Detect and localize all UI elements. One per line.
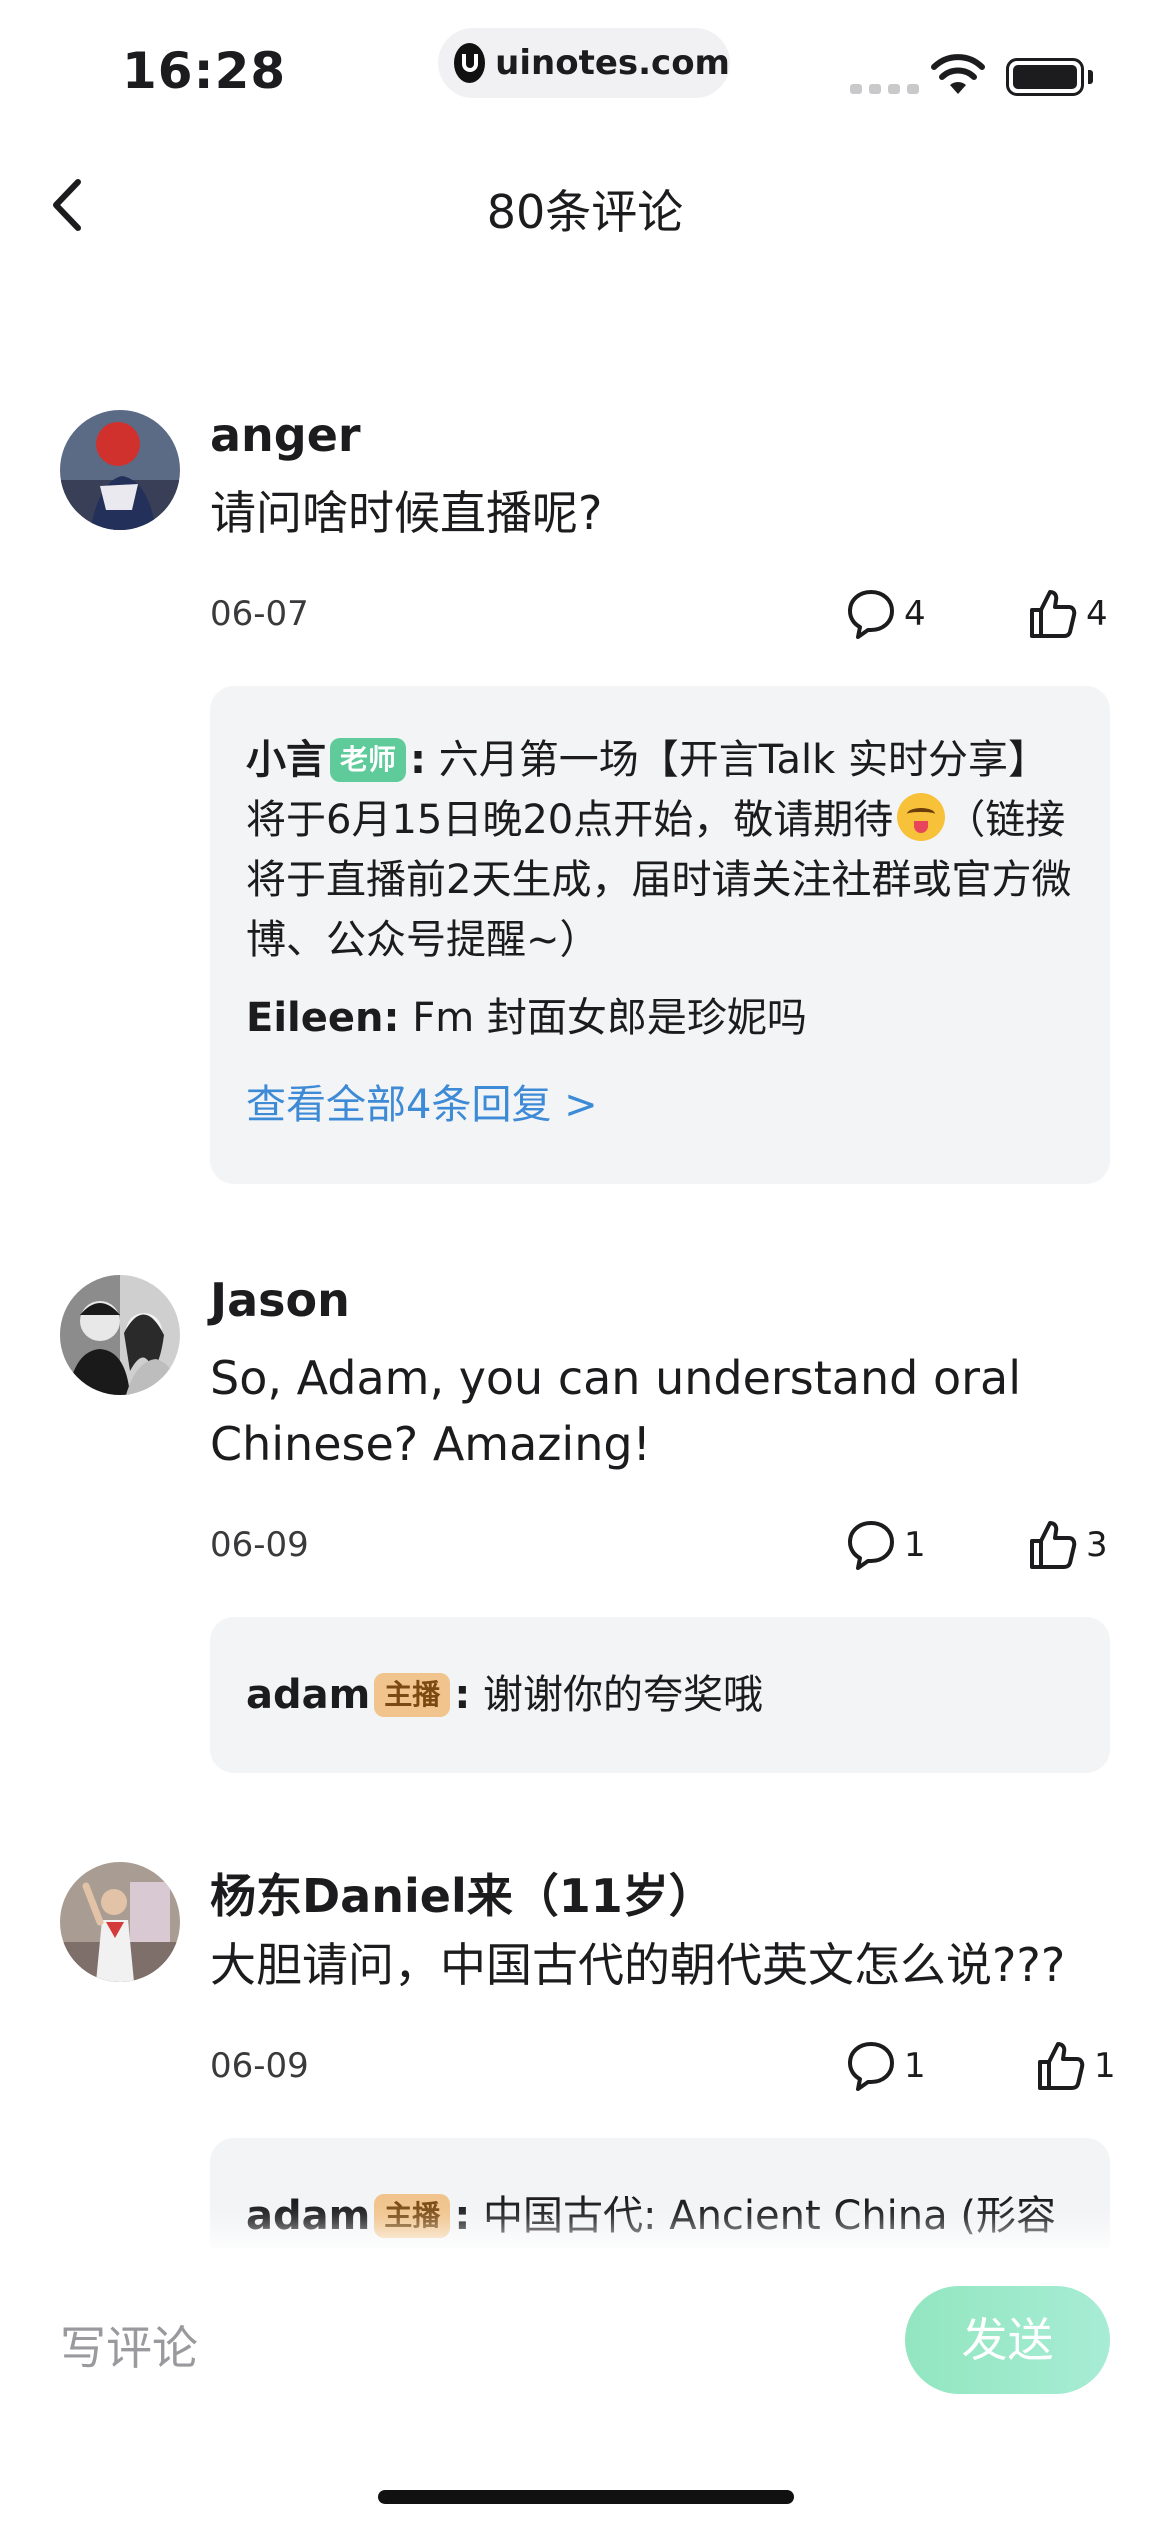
url-text: uinotes.com xyxy=(495,43,730,83)
home-indicator[interactable] xyxy=(378,2490,794,2504)
reply-author[interactable]: Eileen: xyxy=(246,995,399,1041)
reply-author[interactable]: adam xyxy=(246,1672,370,1718)
avatar[interactable] xyxy=(60,1275,180,1395)
comment-text: 请问啥时候直播呢? xyxy=(210,486,603,540)
comment-item: anger 请问啥时候直播呢? 06-07 4 4 小言 老师: 六月第一场【开言… xyxy=(0,400,1170,1200)
reply-separator: : xyxy=(410,737,427,783)
host-badge: 主播 xyxy=(374,1673,451,1717)
status-time: 16:28 xyxy=(122,42,287,100)
comment-item: Jason So, Adam, you can understand oral … xyxy=(0,1265,1170,1785)
host-badge: 主播 xyxy=(374,2194,451,2238)
avatar[interactable] xyxy=(60,1862,180,1982)
comment-text: So, Adam, you can understand oral Chines… xyxy=(210,1351,1021,1471)
thumbs-up-icon xyxy=(1038,2042,1085,2090)
reply-button[interactable]: 1 xyxy=(846,2040,926,2092)
comment-bubble-icon xyxy=(848,590,894,639)
wifi-icon xyxy=(931,54,985,94)
reply-text: 谢谢你的夸奖哦 xyxy=(483,1672,764,1718)
thumbs-up-icon xyxy=(1030,590,1077,638)
reply-item: Eileen: Fm 封面女郎是珍妮吗 xyxy=(246,988,1076,1048)
page-title: 80条评论 xyxy=(486,185,684,239)
reply-separator: : xyxy=(454,2193,471,2239)
comment-bubble-icon xyxy=(848,2042,894,2091)
url-pill[interactable]: uinotes.com xyxy=(438,28,730,98)
comment-date: 06-09 xyxy=(210,1525,309,1565)
like-count: 3 xyxy=(1086,1525,1108,1565)
reply-count: 1 xyxy=(904,2046,926,2086)
send-button[interactable]: 发送 xyxy=(905,2286,1110,2394)
reply-item: 小言 老师: 六月第一场【开言Talk 实时分享】将于6月15日晚20点开始，敬请… xyxy=(246,730,1076,970)
nav-header: 80条评论 xyxy=(0,150,1170,260)
comment-text: 大胆请问，中国古代的朝代英文怎么说??? xyxy=(210,1938,1066,1992)
view-all-replies-link[interactable]: 查看全部4条回复 > xyxy=(246,1072,598,1130)
like-button[interactable]: 3 xyxy=(1028,1519,1108,1571)
battery-cap xyxy=(1088,70,1093,84)
battery-icon xyxy=(1006,58,1084,96)
status-bar: 16:28 uinotes.com xyxy=(0,0,1170,130)
thumbs-up-icon xyxy=(1030,1521,1077,1569)
like-button[interactable]: 4 xyxy=(1028,588,1108,640)
reply-button[interactable]: 4 xyxy=(846,588,926,640)
reply-count: 1 xyxy=(904,1525,926,1565)
comment-date: 06-07 xyxy=(210,594,309,634)
comment-author[interactable]: 杨东Daniel来（11岁） xyxy=(210,1860,715,1926)
reply-button[interactable]: 1 xyxy=(846,1519,926,1571)
comment-author[interactable]: anger xyxy=(210,408,361,462)
comment-item: 杨东Daniel来（11岁） 大胆请问，中国古代的朝代英文怎么说??? 06-0… xyxy=(0,1852,1170,2298)
cellular-signal-icon xyxy=(850,84,919,94)
reply-thread[interactable]: adam 主播: 谢谢你的夸奖哦 xyxy=(210,1617,1110,1773)
reply-text: 中国古代: Ancient China (形容 xyxy=(483,2193,1056,2239)
like-button[interactable]: 1 xyxy=(1036,2040,1116,2092)
reply-separator: : xyxy=(454,1672,471,1718)
reply-thread[interactable]: 小言 老师: 六月第一场【开言Talk 实时分享】将于6月15日晚20点开始，敬请… xyxy=(210,686,1110,1184)
avatar[interactable] xyxy=(60,410,180,530)
comment-bubble-icon xyxy=(848,1521,894,1570)
reply-author[interactable]: 小言 xyxy=(246,737,326,783)
reply-item: adam 主播: 中国古代: Ancient China (形容 xyxy=(246,2186,1076,2246)
comment-author[interactable]: Jason xyxy=(210,1273,350,1327)
site-logo-icon xyxy=(454,43,486,83)
reply-item: adam 主播: 谢谢你的夸奖哦 xyxy=(246,1665,1076,1725)
like-count: 1 xyxy=(1094,2046,1116,2086)
reply-author[interactable]: adam xyxy=(246,2193,370,2239)
comment-input[interactable] xyxy=(60,2308,820,2388)
reply-text: Fm 封面女郎是珍妮吗 xyxy=(412,995,807,1041)
squinting-tongue-emoji-icon xyxy=(897,793,946,841)
like-count: 4 xyxy=(1086,594,1108,634)
teacher-badge: 老师 xyxy=(330,738,407,782)
reply-count: 4 xyxy=(904,594,926,634)
comment-date: 06-09 xyxy=(210,2046,309,2086)
